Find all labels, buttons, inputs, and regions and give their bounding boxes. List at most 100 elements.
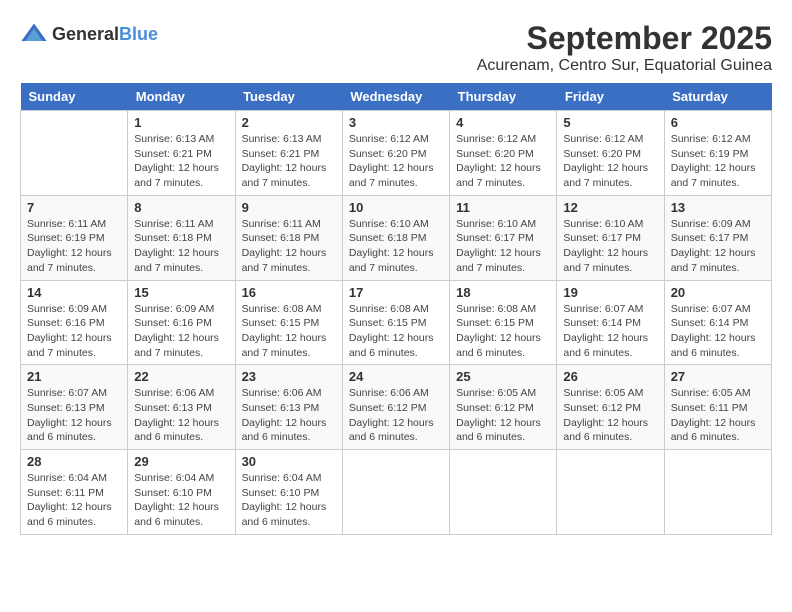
day-info: Sunrise: 6:08 AM Sunset: 6:15 PM Dayligh… (456, 302, 550, 361)
day-info: Sunrise: 6:13 AM Sunset: 6:21 PM Dayligh… (242, 132, 336, 191)
day-number: 3 (349, 115, 443, 130)
calendar-cell: 8Sunrise: 6:11 AM Sunset: 6:18 PM Daylig… (128, 195, 235, 280)
day-number: 21 (27, 369, 121, 384)
calendar-cell (342, 450, 449, 535)
day-info: Sunrise: 6:09 AM Sunset: 6:17 PM Dayligh… (671, 217, 765, 276)
logo-icon (20, 20, 48, 48)
day-info: Sunrise: 6:07 AM Sunset: 6:14 PM Dayligh… (671, 302, 765, 361)
day-number: 27 (671, 369, 765, 384)
calendar-cell: 7 Sunrise: 6:11 AM Sunset: 6:19 PM Daylig… (21, 195, 128, 280)
calendar-cell: 27 Sunrise: 6:05 AM Sunset: 6:11 PM Dayli… (664, 365, 771, 450)
calendar-week-row: 28Sunrise: 6:04 AM Sunset: 6:11 PM Dayli… (21, 450, 772, 535)
day-number: 1 (134, 115, 228, 130)
calendar-cell: 30Sunrise: 6:04 AM Sunset: 6:10 PM Dayli… (235, 450, 342, 535)
day-info: Sunrise: 6:09 AM Sunset: 6:16 PM Dayligh… (27, 302, 121, 361)
day-number: 18 (456, 285, 550, 300)
day-number: 15 (134, 285, 228, 300)
day-number: 26 (563, 369, 657, 384)
day-info: Sunrise: 6:05 AM Sunset: 6:11 PM Dayligh… (671, 386, 765, 445)
logo: GeneralBlue (20, 20, 158, 48)
day-number: 20 (671, 285, 765, 300)
day-number: 13 (671, 200, 765, 215)
day-info: Sunrise: 6:11 AM Sunset: 6:18 PM Dayligh… (134, 217, 228, 276)
page-subtitle: Acurenam, Centro Sur, Equatorial Guinea (477, 57, 772, 75)
day-number: 16 (242, 285, 336, 300)
calendar-cell: 17 Sunrise: 6:08 AM Sunset: 6:15 PM Dayli… (342, 280, 449, 365)
calendar-header-row: SundayMondayTuesdayWednesdayThursdayFrid… (21, 83, 772, 111)
calendar-cell: 26 Sunrise: 6:05 AM Sunset: 6:12 PM Dayli… (557, 365, 664, 450)
calendar-week-row: 21 Sunrise: 6:07 AM Sunset: 6:13 PM Dayli… (21, 365, 772, 450)
calendar-cell: 29Sunrise: 6:04 AM Sunset: 6:10 PM Dayli… (128, 450, 235, 535)
calendar-cell (450, 450, 557, 535)
day-number: 14 (27, 285, 121, 300)
calendar-cell: 13 Sunrise: 6:09 AM Sunset: 6:17 PM Dayli… (664, 195, 771, 280)
calendar-cell: 10 Sunrise: 6:10 AM Sunset: 6:18 PM Dayli… (342, 195, 449, 280)
calendar-cell: 21 Sunrise: 6:07 AM Sunset: 6:13 PM Dayli… (21, 365, 128, 450)
calendar-cell (557, 450, 664, 535)
day-info: Sunrise: 6:09 AM Sunset: 6:16 PM Dayligh… (134, 302, 228, 361)
column-header-saturday: Saturday (664, 83, 771, 111)
day-number: 5 (563, 115, 657, 130)
day-number: 17 (349, 285, 443, 300)
calendar-cell: 2Sunrise: 6:13 AM Sunset: 6:21 PM Daylig… (235, 111, 342, 196)
day-info: Sunrise: 6:11 AM Sunset: 6:18 PM Dayligh… (242, 217, 336, 276)
calendar-cell (664, 450, 771, 535)
day-info: Sunrise: 6:08 AM Sunset: 6:15 PM Dayligh… (242, 302, 336, 361)
day-number: 22 (134, 369, 228, 384)
title-block: September 2025 Acurenam, Centro Sur, Equ… (477, 20, 772, 75)
page-header: GeneralBlue September 2025 Acurenam, Cen… (20, 20, 772, 75)
day-info: Sunrise: 6:12 AM Sunset: 6:20 PM Dayligh… (456, 132, 550, 191)
calendar-week-row: 1 Sunrise: 6:13 AM Sunset: 6:21 PM Daylig… (21, 111, 772, 196)
calendar-cell: 1 Sunrise: 6:13 AM Sunset: 6:21 PM Daylig… (128, 111, 235, 196)
calendar-week-row: 7 Sunrise: 6:11 AM Sunset: 6:19 PM Daylig… (21, 195, 772, 280)
day-number: 12 (563, 200, 657, 215)
day-info: Sunrise: 6:07 AM Sunset: 6:14 PM Dayligh… (563, 302, 657, 361)
day-info: Sunrise: 6:13 AM Sunset: 6:21 PM Dayligh… (134, 132, 228, 191)
day-info: Sunrise: 6:04 AM Sunset: 6:10 PM Dayligh… (242, 471, 336, 530)
column-header-monday: Monday (128, 83, 235, 111)
calendar-cell: 22 Sunrise: 6:06 AM Sunset: 6:13 PM Dayli… (128, 365, 235, 450)
day-number: 4 (456, 115, 550, 130)
calendar-cell: 5 Sunrise: 6:12 AM Sunset: 6:20 PM Daylig… (557, 111, 664, 196)
calendar-cell: 23 Sunrise: 6:06 AM Sunset: 6:13 PM Dayli… (235, 365, 342, 450)
column-header-thursday: Thursday (450, 83, 557, 111)
day-number: 10 (349, 200, 443, 215)
logo-general: General (52, 24, 119, 44)
calendar-cell: 16 Sunrise: 6:08 AM Sunset: 6:15 PM Dayli… (235, 280, 342, 365)
day-info: Sunrise: 6:05 AM Sunset: 6:12 PM Dayligh… (563, 386, 657, 445)
calendar-cell: 19Sunrise: 6:07 AM Sunset: 6:14 PM Dayli… (557, 280, 664, 365)
calendar-cell: 18 Sunrise: 6:08 AM Sunset: 6:15 PM Dayli… (450, 280, 557, 365)
calendar-week-row: 14 Sunrise: 6:09 AM Sunset: 6:16 PM Dayli… (21, 280, 772, 365)
day-number: 29 (134, 454, 228, 469)
day-info: Sunrise: 6:10 AM Sunset: 6:17 PM Dayligh… (563, 217, 657, 276)
day-info: Sunrise: 6:12 AM Sunset: 6:20 PM Dayligh… (349, 132, 443, 191)
day-number: 9 (242, 200, 336, 215)
day-info: Sunrise: 6:11 AM Sunset: 6:19 PM Dayligh… (27, 217, 121, 276)
day-info: Sunrise: 6:06 AM Sunset: 6:13 PM Dayligh… (134, 386, 228, 445)
calendar-cell: 12 Sunrise: 6:10 AM Sunset: 6:17 PM Dayli… (557, 195, 664, 280)
day-info: Sunrise: 6:05 AM Sunset: 6:12 PM Dayligh… (456, 386, 550, 445)
calendar-cell: 11Sunrise: 6:10 AM Sunset: 6:17 PM Dayli… (450, 195, 557, 280)
day-info: Sunrise: 6:12 AM Sunset: 6:20 PM Dayligh… (563, 132, 657, 191)
day-number: 11 (456, 200, 550, 215)
calendar-cell: 3 Sunrise: 6:12 AM Sunset: 6:20 PM Daylig… (342, 111, 449, 196)
day-number: 23 (242, 369, 336, 384)
calendar-cell: 14 Sunrise: 6:09 AM Sunset: 6:16 PM Dayli… (21, 280, 128, 365)
day-info: Sunrise: 6:12 AM Sunset: 6:19 PM Dayligh… (671, 132, 765, 191)
day-number: 28 (27, 454, 121, 469)
calendar-cell: 25Sunrise: 6:05 AM Sunset: 6:12 PM Dayli… (450, 365, 557, 450)
column-header-friday: Friday (557, 83, 664, 111)
column-header-tuesday: Tuesday (235, 83, 342, 111)
day-info: Sunrise: 6:06 AM Sunset: 6:13 PM Dayligh… (242, 386, 336, 445)
column-header-wednesday: Wednesday (342, 83, 449, 111)
day-info: Sunrise: 6:10 AM Sunset: 6:18 PM Dayligh… (349, 217, 443, 276)
day-number: 7 (27, 200, 121, 215)
day-info: Sunrise: 6:07 AM Sunset: 6:13 PM Dayligh… (27, 386, 121, 445)
day-info: Sunrise: 6:08 AM Sunset: 6:15 PM Dayligh… (349, 302, 443, 361)
day-info: Sunrise: 6:06 AM Sunset: 6:12 PM Dayligh… (349, 386, 443, 445)
calendar-cell: 9 Sunrise: 6:11 AM Sunset: 6:18 PM Daylig… (235, 195, 342, 280)
calendar-cell: 20 Sunrise: 6:07 AM Sunset: 6:14 PM Dayli… (664, 280, 771, 365)
calendar-table: SundayMondayTuesdayWednesdayThursdayFrid… (20, 83, 772, 535)
day-number: 6 (671, 115, 765, 130)
logo-blue: Blue (119, 24, 158, 44)
